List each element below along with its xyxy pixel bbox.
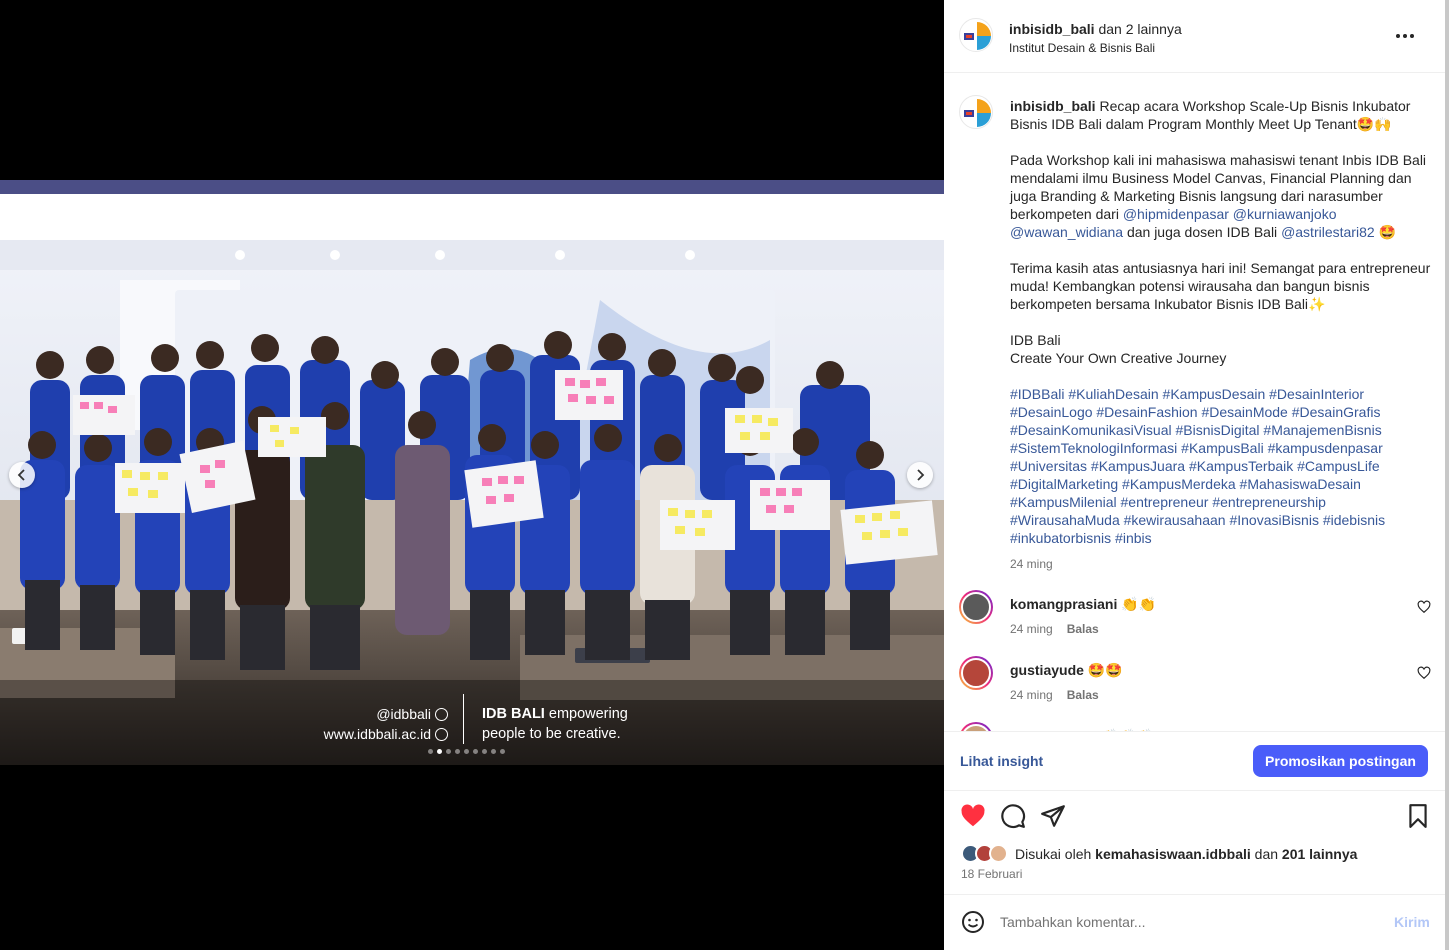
liker-avatars[interactable]: [961, 844, 1013, 864]
emoji-icon[interactable]: [961, 910, 985, 934]
caption-avatar[interactable]: [959, 95, 993, 129]
likes-mid: dan: [1254, 846, 1279, 862]
carousel-dot: [491, 749, 496, 754]
post-photo-illustration: [0, 180, 944, 765]
carousel-next-button[interactable]: [907, 462, 933, 488]
more-options-button[interactable]: [1393, 26, 1417, 46]
comment-icon[interactable]: [1000, 803, 1026, 829]
window-edge: [1445, 0, 1449, 950]
author-avatar[interactable]: [959, 18, 993, 52]
carousel-dot: [464, 749, 469, 754]
share-icon[interactable]: [1040, 803, 1066, 829]
post-photo[interactable]: [0, 180, 944, 765]
carousel-dot: [500, 749, 505, 754]
comment-avatar[interactable]: [959, 722, 993, 731]
comment-avatar[interactable]: [959, 590, 993, 624]
comment-box: Kirim: [944, 894, 1445, 950]
media-pane: @idbbali www.idbbali.ac.id IDB BALI empo…: [0, 0, 944, 950]
post-detail-panel: inbisidb_bali dan 2 lainnya Institut Des…: [944, 0, 1445, 950]
more-icon-dot: [1403, 34, 1407, 38]
likes-text: Disukai oleh kemahasiswaan.idbbali dan 2…: [1015, 846, 1357, 862]
mention-hipmidenpasar[interactable]: @hipmidenpasar: [1123, 206, 1229, 222]
inbis-logo-icon: [964, 99, 991, 127]
carousel-dot: [437, 749, 442, 754]
bookmark-icon[interactable]: [1405, 803, 1431, 829]
comment-avatar[interactable]: [959, 656, 993, 690]
photo-overlay-tagline: IDB BALI empowering people to be creativ…: [482, 704, 628, 744]
chevron-right-icon: [917, 469, 925, 481]
caption-para3: Terima kasih atas antusiasnya hari ini! …: [1010, 260, 1435, 312]
caption-hashtags[interactable]: #IDBBali #KuliahDesain #KampusDesain #De…: [1010, 385, 1435, 547]
likes-count[interactable]: 201 lainnya: [1282, 846, 1358, 862]
caption-sig1: IDB Bali: [1010, 332, 1061, 348]
comment-time: 24 ming: [1010, 688, 1053, 702]
mention-wawan-widiana[interactable]: @wawan_widiana: [1010, 224, 1123, 240]
photo-brand: IDB BALI: [482, 706, 545, 722]
carousel-dots: [428, 749, 505, 754]
carousel-dot: [428, 749, 433, 754]
comment-like-icon[interactable]: [1417, 666, 1431, 680]
view-insights-link[interactable]: Lihat insight: [960, 753, 1043, 769]
post-header: inbisidb_bali dan 2 lainnya Institut Des…: [944, 0, 1445, 73]
carousel-dot: [446, 749, 451, 754]
insight-bar: Lihat insight Promosikan postingan: [944, 731, 1445, 791]
likes-summary: Disukai oleh kemahasiswaan.idbbali dan 2…: [944, 842, 1445, 866]
comment-item: komangprasiani 👏👏 24 ming Balas: [944, 590, 1445, 650]
comment-like-icon[interactable]: [1417, 600, 1431, 614]
caption-text: inbisidb_bali Recap acara Workshop Scale…: [1010, 97, 1435, 573]
comment-user[interactable]: komangprasiani: [1010, 596, 1117, 612]
reply-button[interactable]: Balas: [1067, 688, 1099, 702]
post-author-line: inbisidb_bali dan 2 lainnya: [1009, 21, 1182, 37]
comment-text: 👏👏: [1121, 596, 1157, 612]
caption-para2-mid: dan juga dosen IDB Bali: [1126, 224, 1278, 240]
comment-input[interactable]: [1000, 911, 1380, 933]
caption-para2-end: 🤩: [1378, 224, 1396, 240]
reply-button[interactable]: Balas: [1067, 622, 1099, 636]
photo-tagline-1: empowering: [548, 706, 628, 722]
comment-user[interactable]: gustiayude: [1010, 662, 1084, 678]
carousel-dot: [473, 749, 478, 754]
instagram-icon: [435, 708, 448, 721]
post-subtitle: Institut Desain & Bisnis Bali: [1009, 41, 1156, 55]
more-icon-dot: [1410, 34, 1414, 38]
mention-astrilestari82[interactable]: @astrilestari82: [1281, 224, 1375, 240]
comment-item: gustiayude 🤩🤩 24 ming Balas: [944, 656, 1445, 716]
carousel-dot: [455, 749, 460, 754]
globe-icon: [435, 728, 448, 741]
post-actions: [944, 791, 1445, 841]
comment-text: 🤩🤩: [1087, 662, 1123, 678]
caption-author[interactable]: inbisidb_bali: [1010, 98, 1096, 114]
photo-overlay-divider: [463, 694, 464, 744]
chevron-left-icon: [17, 469, 25, 481]
photo-handle: @idbbali: [376, 706, 431, 722]
comment-time: 24 ming: [1010, 622, 1053, 636]
likes-prefix: Disukai oleh: [1015, 846, 1092, 862]
photo-overlay-contact: @idbbali www.idbbali.ac.id: [268, 704, 448, 744]
liker-avatar: [989, 844, 1008, 863]
carousel-dot: [482, 749, 487, 754]
post-date: 18 Februari: [961, 867, 1023, 881]
heart-icon[interactable]: [960, 803, 986, 829]
caption-sig2: Create Your Own Creative Journey: [1010, 350, 1227, 366]
post-author[interactable]: inbisidb_bali: [1009, 21, 1095, 37]
caption-time: 24 ming: [1010, 557, 1053, 571]
photo-site: www.idbbali.ac.id: [323, 726, 431, 742]
post-coauthors[interactable]: dan 2 lainnya: [1098, 21, 1181, 37]
comment-item: astrilestari82 👏👏👏: [944, 722, 1445, 731]
mention-kurniawanjoko[interactable]: @kurniawanjoko: [1233, 206, 1337, 222]
inbis-logo-icon: [964, 22, 991, 50]
likes-user[interactable]: kemahasiswaan.idbbali: [1095, 846, 1251, 862]
photo-tagline-2: people to be creative.: [482, 726, 621, 742]
caption-comments-scroll[interactable]: inbisidb_bali Recap acara Workshop Scale…: [944, 73, 1445, 731]
more-icon: [1396, 34, 1400, 38]
send-comment-button[interactable]: Kirim: [1394, 914, 1430, 930]
promote-post-button[interactable]: Promosikan postingan: [1253, 745, 1428, 777]
carousel-prev-button[interactable]: [9, 462, 35, 488]
